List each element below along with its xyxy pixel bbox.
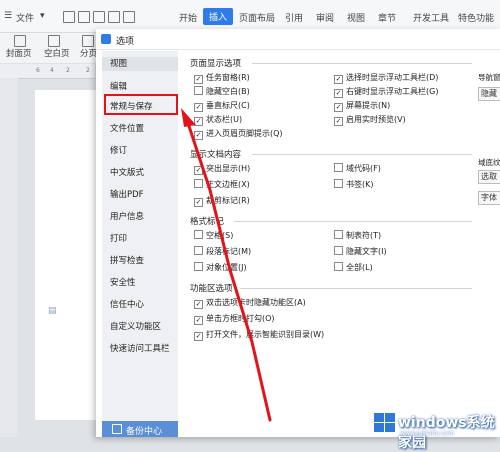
- arrow-head: [181, 108, 196, 127]
- watermark-url: www.ruihaitu.com: [400, 430, 455, 437]
- windows-logo-icon: [374, 413, 395, 432]
- watermark: windows系统家园 www.ruihaitu.com: [370, 410, 500, 451]
- arrow-shaft: [184, 115, 272, 422]
- red-arrow: [181, 108, 272, 422]
